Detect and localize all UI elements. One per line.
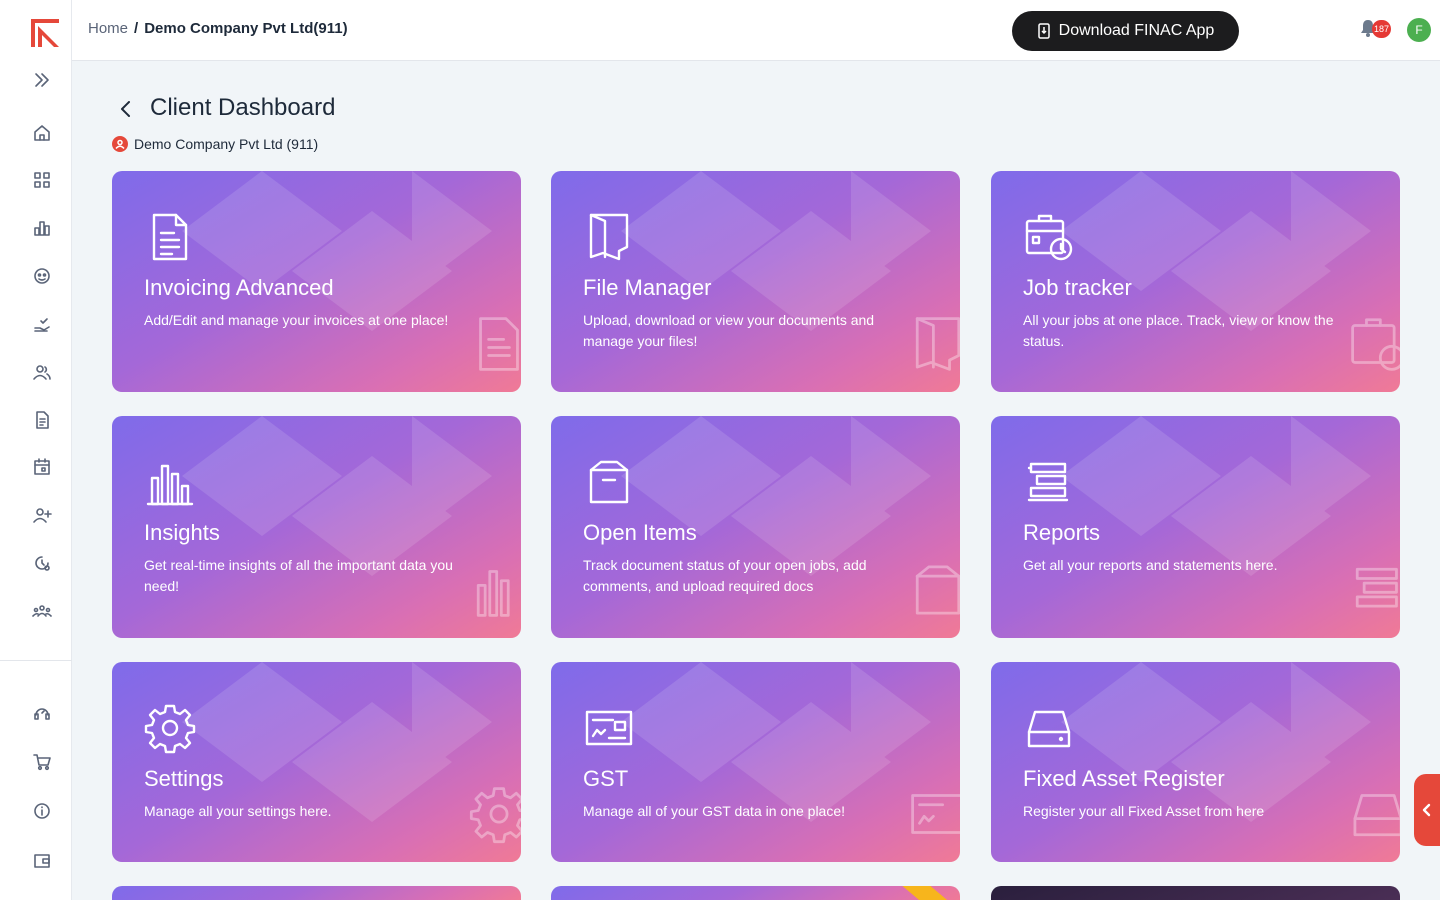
card-description: Register your all Fixed Asset from here — [1023, 803, 1265, 819]
card-title: Fixed Asset Register — [1023, 766, 1225, 791]
expand-sidebar-icon[interactable] — [28, 66, 56, 94]
card-reports[interactable]: Reports Get all your reports and stateme… — [991, 416, 1400, 638]
calendar-icon[interactable] — [28, 453, 56, 481]
card-open-items[interactable]: Open Items Track document status of your… — [551, 416, 960, 638]
open-box-icon — [583, 456, 635, 508]
wallet-icon[interactable] — [28, 846, 56, 874]
card-title: Open Items — [583, 520, 697, 545]
side-panel-toggle[interactable] — [1414, 774, 1440, 846]
card-title: Insights — [144, 520, 220, 545]
gear-watermark-icon — [469, 784, 521, 844]
chevron-left-icon — [1422, 803, 1431, 817]
hard-drive-icon — [1023, 702, 1075, 754]
user-avatar[interactable]: F — [1407, 18, 1431, 42]
team-icon[interactable] — [28, 597, 56, 625]
card-title: File Manager — [583, 275, 712, 300]
reports-stack-icon — [1023, 456, 1075, 508]
chevron-left-icon — [121, 101, 130, 117]
card-description: Manage all your settings here. — [144, 803, 332, 819]
card-file-manager[interactable]: File Manager Upload, download or view yo… — [551, 171, 960, 392]
client-info: Demo Company Pvt Ltd (911) — [112, 136, 318, 152]
client-avatar-icon — [112, 136, 128, 152]
card-settings[interactable]: Settings Manage all your settings here. — [112, 662, 521, 862]
card-row4-2[interactable] — [551, 886, 960, 900]
drive-watermark-icon — [1348, 784, 1400, 844]
card-title: Reports — [1023, 520, 1101, 545]
download-app-button[interactable]: Download FINAC App — [1012, 11, 1239, 51]
home-icon[interactable] — [28, 119, 56, 147]
invoice-watermark-icon — [469, 314, 521, 374]
insights-bar-icon — [144, 456, 196, 508]
page-title: Client Dashboard — [150, 94, 336, 121]
job-watermark-icon — [1348, 314, 1400, 374]
download-app-label: Download FINAC App — [1058, 22, 1215, 39]
card-row4-3[interactable] — [991, 886, 1400, 900]
sidebar-divider — [0, 660, 72, 661]
card-description: Upload, download or view your documents … — [583, 312, 875, 349]
card-title: Invoicing Advanced — [144, 275, 334, 300]
client-name: Demo Company Pvt Ltd (911) — [134, 136, 319, 152]
notification-count-badge: 187 — [1372, 20, 1392, 38]
card-title: Settings — [144, 766, 224, 791]
reports-watermark-icon — [1348, 560, 1400, 620]
finac-logo[interactable] — [28, 16, 62, 50]
insights-watermark-icon — [469, 560, 521, 620]
folder-watermark-icon — [908, 314, 960, 374]
users-icon[interactable] — [28, 358, 56, 386]
card-row4-1[interactable] — [112, 886, 521, 900]
breadcrumb: Home / Demo Company Pvt Ltd(911) — [88, 20, 348, 37]
card-gst[interactable]: GST Manage all of your GST data in one p… — [551, 662, 960, 862]
card-fixed-asset-register[interactable]: Fixed Asset Register Register your all F… — [991, 662, 1400, 862]
face-icon[interactable] — [28, 262, 56, 290]
card-title: GST — [583, 766, 629, 791]
card-description: Get real-time insights of all the import… — [144, 557, 453, 594]
back-button[interactable] — [116, 98, 136, 120]
invoice-icon — [144, 211, 196, 263]
cart-icon[interactable] — [28, 748, 56, 776]
grid-icon[interactable] — [28, 166, 56, 194]
sidebar — [0, 0, 72, 900]
document-icon[interactable] — [28, 406, 56, 434]
gst-card-icon — [583, 702, 635, 754]
card-description: Track document status of your open jobs,… — [583, 557, 867, 594]
card-title: Job tracker — [1023, 275, 1132, 300]
breadcrumb-home[interactable]: Home — [88, 20, 128, 37]
gear-history-icon[interactable] — [28, 549, 56, 577]
user-add-icon[interactable] — [28, 501, 56, 529]
job-briefcase-clock-icon — [1023, 211, 1075, 263]
card-job-tracker[interactable]: Job tracker All your jobs at one place. … — [991, 171, 1400, 392]
card-description: Manage all of your GST data in one place… — [583, 803, 846, 819]
card-invoicing-advanced[interactable]: Invoicing Advanced Add/Edit and manage y… — [112, 171, 521, 392]
top-bar: Home / Demo Company Pvt Ltd(911) Downloa… — [72, 0, 1440, 61]
card-description: Get all your reports and statements here… — [1023, 557, 1278, 573]
breadcrumb-current: Demo Company Pvt Ltd(911) — [144, 20, 348, 37]
card-description: Add/Edit and manage your invoices at one… — [144, 312, 449, 328]
info-icon[interactable] — [28, 797, 56, 825]
folder-book-icon — [583, 211, 635, 263]
card-description: All your jobs at one place. Track, view … — [1023, 312, 1334, 349]
box-watermark-icon — [908, 560, 960, 620]
support-icon[interactable] — [28, 699, 56, 727]
phone-download-icon — [1037, 23, 1050, 39]
settings-gear-icon — [144, 702, 196, 754]
breadcrumb-separator: / — [134, 20, 139, 37]
card-insights[interactable]: Insights Get real-time insights of all t… — [112, 416, 521, 638]
new-ribbon — [891, 886, 949, 900]
bar-chart-icon[interactable] — [28, 214, 56, 242]
gst-watermark-icon — [908, 784, 960, 844]
hand-check-icon[interactable] — [28, 310, 56, 338]
